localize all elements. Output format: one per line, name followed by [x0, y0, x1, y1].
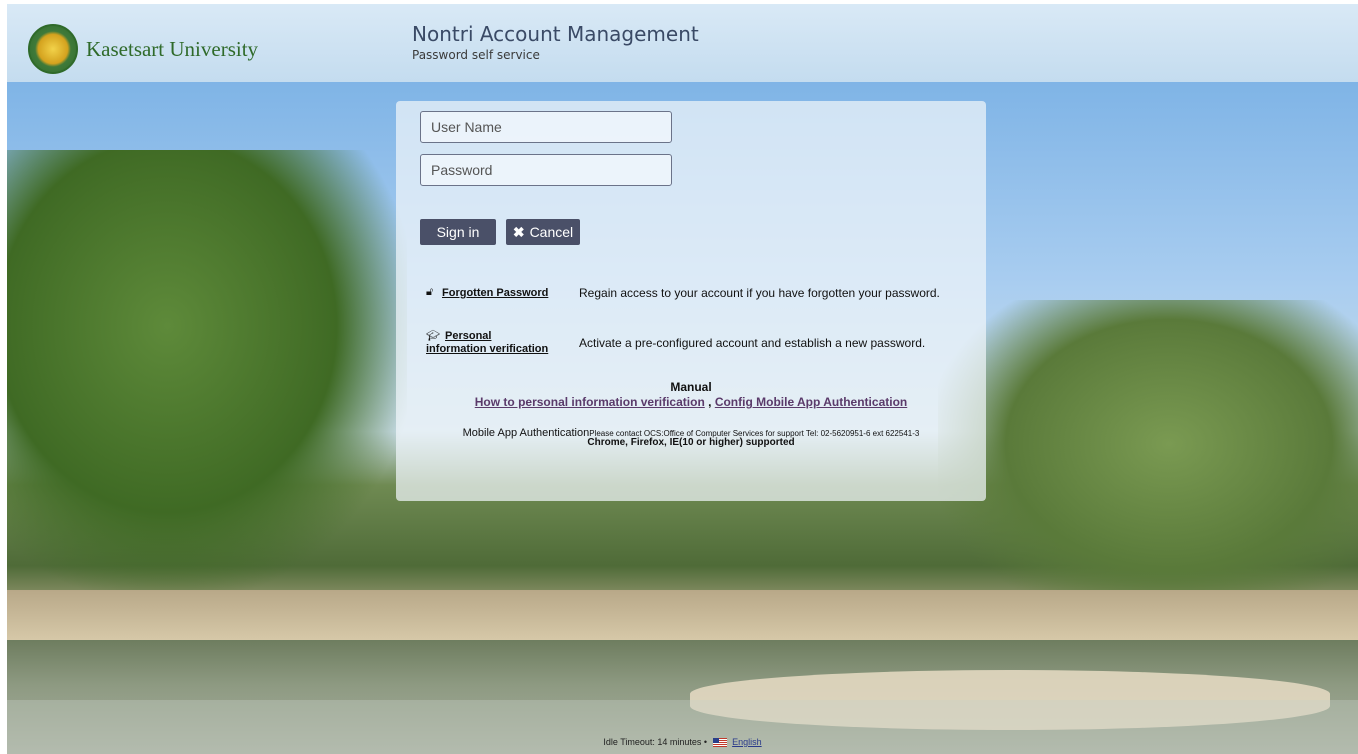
cancel-button[interactable]: ✖ Cancel: [506, 219, 580, 245]
footer-line: Idle Timeout: 14 minutes • English: [7, 737, 1358, 748]
footer-separator: •: [703, 737, 708, 747]
cancel-label: Cancel: [529, 223, 574, 240]
sign-in-button[interactable]: Sign in: [420, 219, 496, 245]
manual-separator: ,: [708, 395, 712, 409]
manual-mobile-auth-link[interactable]: Config Mobile App Authentication: [715, 395, 907, 409]
close-icon: ✖: [512, 223, 525, 240]
username-input[interactable]: [420, 111, 672, 143]
language-link[interactable]: English: [732, 737, 762, 747]
sign-in-label: Sign in: [436, 224, 480, 240]
university-seal-icon: [28, 24, 78, 74]
university-logo: Kasetsart University: [28, 24, 258, 74]
header: Kasetsart University Nontri Account Mana…: [7, 4, 1358, 82]
background-ground: [7, 590, 1358, 640]
unlock-icon: 🔓︎: [426, 286, 434, 298]
personal-verification-description: Activate a pre-configured account and es…: [579, 336, 926, 350]
background-trees-right: [938, 300, 1358, 620]
manual-heading: Manual: [670, 380, 712, 394]
login-panel: Sign in ✖Cancel 🔓︎ Forgotten Password Re…: [396, 101, 986, 501]
personal-verification-link[interactable]: Personal information verification: [426, 330, 566, 356]
manual-links: How to personal information verification…: [396, 395, 986, 409]
footer: Idle Timeout: 14 minutes • English: [7, 700, 1358, 754]
personal-verification-link-line2: information verification: [426, 343, 549, 355]
forgotten-password-link[interactable]: Forgotten Password: [442, 287, 548, 300]
us-flag-icon: [712, 738, 727, 748]
password-input[interactable]: [420, 154, 672, 186]
app-subtitle: Password self service: [412, 48, 540, 62]
forgotten-password-description: Regain access to your account if you hav…: [579, 286, 940, 300]
background-trees-left: [7, 150, 407, 590]
supported-browsers: Chrome, Firefox, IE(10 or higher) suppor…: [587, 437, 795, 448]
idle-timeout: Idle Timeout: 14 minutes: [603, 737, 702, 747]
app-title: Nontri Account Management: [412, 22, 699, 46]
personal-verification-link-line1: Personal: [445, 330, 492, 342]
manual-verification-link[interactable]: How to personal information verification: [475, 395, 705, 409]
university-name: Kasetsart University: [86, 36, 259, 61]
login-page: Kasetsart University Nontri Account Mana…: [0, 0, 1358, 754]
